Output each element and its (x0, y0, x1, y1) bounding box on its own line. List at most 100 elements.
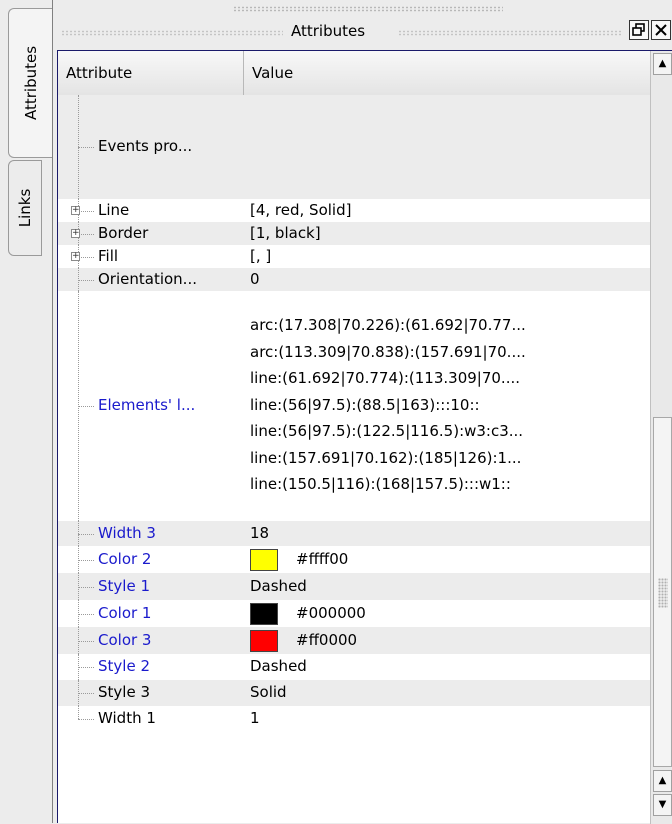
tree-branch (78, 640, 94, 642)
scroll-up-button[interactable]: ▲ (653, 53, 672, 75)
tree-branch (78, 613, 94, 615)
element-value-line: line:(150.5|116):(168|157.5):::w1:: (250, 475, 511, 494)
table-row[interactable]: Events pro... (58, 95, 650, 199)
table-row[interactable]: Style 1 Dashed (58, 573, 650, 600)
attribute-name: Fill (98, 246, 119, 265)
attribute-value: Solid (250, 683, 287, 701)
dock-drag-grip[interactable] (233, 6, 503, 12)
value-cell[interactable]: #ff0000 (250, 627, 650, 654)
attribute-name: Width 3 (98, 523, 156, 542)
close-button[interactable] (651, 20, 671, 40)
table-row[interactable]: Style 2 Dashed (58, 654, 650, 680)
attribute-name: Color 1 (98, 603, 152, 622)
attribute-name: Events pro... (98, 137, 193, 155)
float-icon (632, 23, 645, 36)
tree-branch (78, 533, 94, 535)
attribute-name: Orientation... (98, 269, 197, 288)
attribute-name: Elements' l... (98, 396, 196, 414)
value-cell[interactable]: arc:(17.308|70.226):(61.692|70.77... arc:… (250, 291, 650, 521)
tree-branch (81, 256, 94, 258)
value-cell[interactable] (250, 95, 650, 199)
value-cell[interactable]: [4, red, Solid] (250, 199, 650, 222)
attribute-value: [1, black] (250, 223, 321, 242)
scroll-thumb[interactable] (653, 417, 672, 767)
expand-icon[interactable]: + (71, 251, 80, 261)
attribute-name: Line (98, 200, 130, 219)
attribute-cell: + Fill (58, 245, 244, 268)
table-row[interactable]: Style 3 Solid (58, 680, 650, 706)
attribute-value: 1 (250, 709, 260, 727)
attribute-cell: + Border (58, 222, 244, 245)
attribute-value: Dashed (250, 576, 307, 595)
dock-title: Attributes (291, 22, 366, 40)
attribute-value: [4, red, Solid] (250, 200, 352, 219)
attribute-cell: Events pro... (58, 95, 244, 199)
attribute-cell: Elements' l... (58, 291, 244, 521)
element-value-line: arc:(113.309|70.838):(157.691|70.... (250, 342, 526, 361)
value-cell[interactable]: 1 (250, 706, 650, 732)
column-header-attribute[interactable]: Attribute (58, 51, 244, 95)
value-cell[interactable]: Solid (250, 680, 650, 706)
column-header-value[interactable]: Value (244, 51, 650, 95)
value-cell[interactable]: #000000 (250, 600, 650, 627)
attribute-name: Style 2 (98, 657, 150, 675)
table-header: Attribute Value (58, 51, 650, 96)
tree-branch (78, 406, 94, 407)
expand-icon[interactable]: + (71, 228, 80, 238)
attribute-value: [, ] (250, 246, 272, 265)
tree-branch (81, 233, 94, 235)
tab-links-label: Links (16, 188, 34, 228)
tree-branch (78, 586, 94, 588)
value-cell[interactable]: Dashed (250, 654, 650, 680)
expand-icon[interactable]: + (71, 205, 80, 215)
table-row[interactable]: Width 1 1 (58, 706, 650, 732)
value-cell[interactable]: 18 (250, 521, 650, 546)
attribute-cell: + Line (58, 199, 244, 222)
color-value: #ffff00 (296, 549, 349, 568)
table-row[interactable]: Orientation... 0 (58, 268, 650, 291)
value-cell[interactable]: 0 (250, 268, 650, 291)
tree-branch (78, 693, 94, 694)
attribute-cell: Style 2 (58, 654, 244, 680)
dock-titlebar[interactable]: Attributes (53, 16, 672, 48)
color-value: #ff0000 (296, 630, 358, 649)
table-row[interactable]: + Line [4, red, Solid] (58, 199, 650, 222)
attribute-name: Color 3 (98, 630, 152, 649)
tree-line (78, 706, 79, 719)
attribute-name: Width 1 (98, 709, 156, 727)
element-value-line: line:(61.692|70.774):(113.309|70.... (250, 369, 520, 388)
table-row[interactable]: Elements' l... arc:(17.308|70.226):(61.69… (58, 291, 650, 521)
color-swatch[interactable] (250, 602, 278, 625)
element-value-line: line:(56|97.5):(122.5|116.5):w3:c3... (250, 422, 524, 441)
value-cell[interactable]: [, ] (250, 245, 650, 268)
table-row[interactable]: + Fill [, ] (58, 245, 650, 268)
table-row[interactable]: Color 1 #000000 (58, 600, 650, 627)
attribute-cell: Style 1 (58, 573, 244, 600)
attribute-cell: Orientation... (58, 268, 244, 291)
scroll-down-button[interactable]: ▼ (653, 794, 672, 816)
element-value-line: line:(56|97.5):(88.5|163):::10:: (250, 395, 480, 414)
attribute-value: 18 (250, 523, 270, 542)
tab-attributes[interactable]: Attributes (8, 8, 53, 158)
table-row[interactable]: + Border [1, black] (58, 222, 650, 245)
float-button[interactable] (629, 20, 649, 40)
attribute-cell: Style 3 (58, 680, 244, 706)
vertical-scrollbar[interactable]: ▲ ▲ ▼ (650, 51, 672, 824)
color-swatch[interactable] (250, 548, 278, 571)
attributes-dock: Attributes Attribute Value Events pro...… (52, 0, 672, 824)
scroll-thumb-grip (658, 578, 668, 608)
value-cell[interactable]: [1, black] (250, 222, 650, 245)
scroll-up-button-bottom[interactable]: ▲ (653, 770, 672, 792)
table-row[interactable]: Color 2 #ffff00 (58, 546, 650, 573)
table-row[interactable]: Color 3 #ff0000 (58, 627, 650, 654)
attribute-cell: Color 3 (58, 627, 244, 654)
value-cell[interactable]: Dashed (250, 573, 650, 600)
table-row[interactable]: Width 3 18 (58, 521, 650, 546)
tab-links[interactable]: Links (8, 160, 42, 256)
attribute-value: Dashed (250, 657, 307, 675)
value-cell[interactable]: #ffff00 (250, 546, 650, 573)
tree-branch (78, 147, 94, 148)
attribute-table: Attribute Value Events pro... + Line [4, re… (57, 50, 672, 824)
tree-branch (78, 719, 94, 720)
color-swatch[interactable] (250, 629, 278, 652)
